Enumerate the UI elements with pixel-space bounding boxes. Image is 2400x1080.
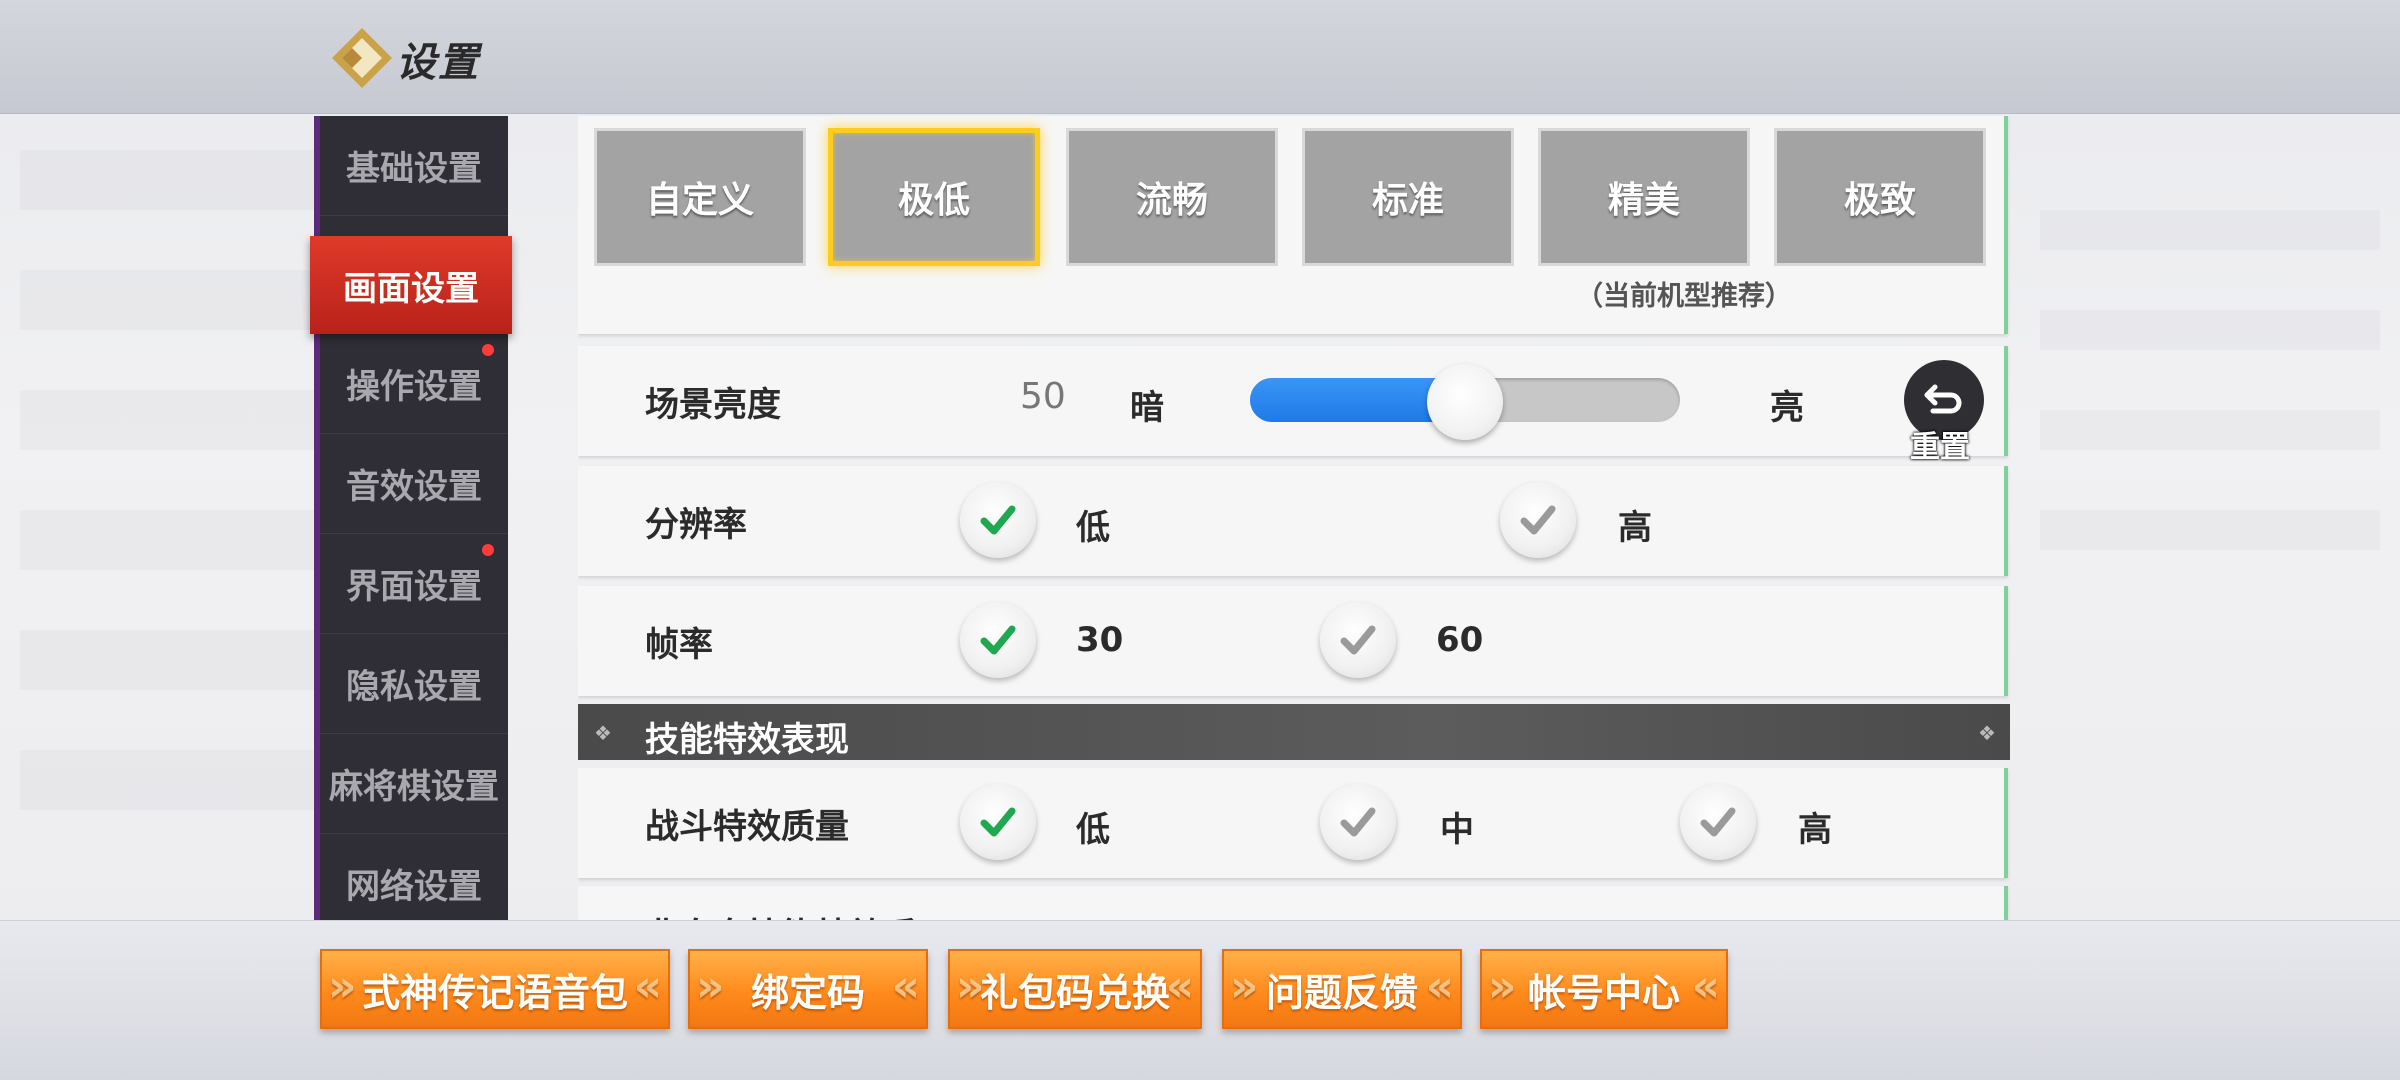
- framerate-60-label: 60: [1436, 620, 1484, 660]
- sidebar-item-interface[interactable]: 界面设置: [320, 534, 508, 634]
- sidebar-item-mahjong[interactable]: 麻将棋设置: [320, 734, 508, 834]
- diamond-ornament-icon: ❖: [1978, 721, 1996, 745]
- sidebar-item-label: 界面设置: [346, 567, 482, 607]
- framerate-30-label: 30: [1076, 620, 1124, 660]
- preset-label: 极低: [897, 180, 970, 221]
- sidebar-item-label: 音效设置: [346, 467, 482, 507]
- sidebar-item-graphics[interactable]: 画面设置: [310, 236, 512, 334]
- brightness-value: 50: [1020, 376, 1066, 417]
- preset-label: 流畅: [1135, 180, 1208, 221]
- other-skill-effects-row: 非自身技能特效质: [578, 886, 2008, 920]
- button-label: 问题反馈: [1265, 970, 1418, 1015]
- checkmark-icon: [980, 625, 1016, 655]
- preset-very-low[interactable]: 极低: [828, 128, 1040, 266]
- preset-custom[interactable]: 自定义: [594, 128, 806, 266]
- preset-label: 极致: [1843, 180, 1916, 221]
- resolution-high-label: 高: [1618, 508, 1652, 548]
- background-decoration-right: [2040, 210, 2380, 610]
- sidebar-item-basic[interactable]: 基础设置: [320, 116, 508, 216]
- background-decoration: [20, 150, 320, 870]
- sidebar-item-audio[interactable]: 音效设置: [320, 434, 508, 534]
- top-bar: 设置: [0, 0, 2400, 114]
- settings-sidebar: 基础设置 画面设置 操作设置 音效设置 界面设置 隐私设置 麻将棋设置 网络设置: [310, 116, 512, 934]
- preset-fine[interactable]: 精美: [1538, 128, 1750, 266]
- battle-effects-high-checkbox[interactable]: [1680, 784, 1756, 860]
- resolution-high-checkbox[interactable]: [1500, 482, 1576, 558]
- preset-label: 精美: [1607, 180, 1680, 221]
- bottom-action-bar: 式神传记语音包 绑定码 礼包码兑换 问题反馈 帐号中心: [0, 920, 2400, 1080]
- preset-label: 自定义: [645, 180, 754, 221]
- sidebar-item-label: 画面设置: [343, 268, 479, 309]
- notification-dot: [482, 344, 494, 356]
- sidebar-item-label: 隐私设置: [346, 667, 482, 707]
- page-title: 设置: [396, 40, 480, 86]
- preset-smooth[interactable]: 流畅: [1066, 128, 1278, 266]
- checkmark-icon: [1520, 505, 1556, 535]
- framerate-60-checkbox[interactable]: [1320, 602, 1396, 678]
- sidebar-item-label: 操作设置: [346, 367, 482, 407]
- brightness-label: 场景亮度: [645, 384, 781, 425]
- account-center-button[interactable]: 帐号中心: [1480, 949, 1728, 1029]
- quality-presets: 自定义 极低 流畅 标准 精美 极致 （当前机型推荐）: [578, 116, 2008, 334]
- dark-label: 暗: [1130, 388, 1164, 428]
- recommended-note: （当前机型推荐）: [1576, 281, 1792, 312]
- battle-effects-row: 战斗特效质量 低 中 高: [578, 768, 2008, 878]
- sidebar-item-label: 网络设置: [346, 867, 482, 907]
- framerate-30-checkbox[interactable]: [960, 602, 1036, 678]
- brightness-row: 场景亮度 50 暗 亮 重置: [578, 346, 2008, 465]
- undo-icon: [1924, 384, 1962, 414]
- preset-standard[interactable]: 标准: [1302, 128, 1514, 266]
- checkmark-icon: [980, 505, 1016, 535]
- button-label: 礼包码兑换: [979, 970, 1170, 1015]
- diamond-ornament-icon: ❖: [594, 721, 612, 745]
- other-skill-effects-label: 非自身技能特效质: [645, 908, 917, 920]
- preset-label: 标准: [1371, 180, 1444, 221]
- bind-code-button[interactable]: 绑定码: [688, 949, 928, 1029]
- voice-pack-button[interactable]: 式神传记语音包: [320, 949, 670, 1029]
- resolution-label: 分辨率: [645, 504, 747, 545]
- battle-effects-label: 战斗特效质量: [645, 806, 849, 847]
- notification-dot: [482, 544, 494, 556]
- sidebar-item-label: 麻将棋设置: [329, 767, 499, 807]
- button-label: 帐号中心: [1527, 970, 1680, 1015]
- skill-effects-section-header: ❖ 技能特效表现 ❖: [578, 704, 2010, 760]
- battle-effects-low-label: 低: [1076, 810, 1110, 850]
- reset-label: 重置: [1910, 430, 1970, 465]
- section-title: 技能特效表现: [645, 720, 849, 760]
- sidebar-item-network[interactable]: 网络设置: [320, 834, 508, 934]
- preset-ultra[interactable]: 极致: [1774, 128, 1986, 266]
- gift-code-button[interactable]: 礼包码兑换: [948, 949, 1202, 1029]
- framerate-label: 帧率: [645, 624, 713, 665]
- framerate-row: 帧率 30 60: [578, 586, 2008, 696]
- battle-effects-low-checkbox[interactable]: [960, 784, 1036, 860]
- graphics-settings-panel: 自定义 极低 流畅 标准 精美 极致 （当前机型推荐） 场景亮度 50 暗 亮: [578, 116, 2012, 920]
- feedback-button[interactable]: 问题反馈: [1222, 949, 1462, 1029]
- bright-label: 亮: [1770, 388, 1804, 428]
- checkmark-icon: [1340, 807, 1376, 837]
- resolution-row: 分辨率 低 高: [578, 466, 2008, 576]
- sidebar-item-controls[interactable]: 操作设置: [320, 334, 508, 434]
- battle-effects-high-label: 高: [1798, 810, 1832, 850]
- resolution-low-label: 低: [1076, 508, 1110, 548]
- battle-effects-mid-label: 中: [1440, 810, 1474, 850]
- settings-diamond-icon: [332, 28, 392, 88]
- resolution-low-checkbox[interactable]: [960, 482, 1036, 558]
- battle-effects-mid-checkbox[interactable]: [1320, 784, 1396, 860]
- button-label: 式神传记语音包: [361, 970, 628, 1015]
- checkmark-icon: [1700, 807, 1736, 837]
- button-label: 绑定码: [750, 970, 865, 1015]
- checkmark-icon: [980, 807, 1016, 837]
- sidebar-item-label: 基础设置: [346, 149, 482, 189]
- checkmark-icon: [1340, 625, 1376, 655]
- sidebar-item-privacy[interactable]: 隐私设置: [320, 634, 508, 734]
- brightness-slider-thumb[interactable]: [1427, 364, 1503, 440]
